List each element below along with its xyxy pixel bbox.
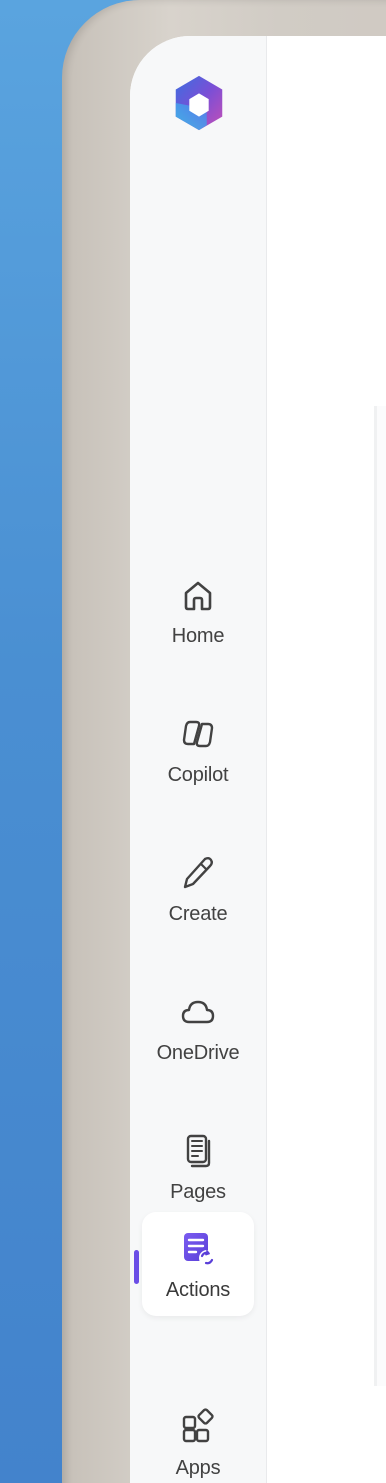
nav-item-label: Pages xyxy=(170,1180,226,1203)
nav-item-home[interactable]: Home xyxy=(142,558,254,662)
desktop-background: Home Copilot Create OneDrive Pages Actio… xyxy=(0,0,386,1483)
pen-icon xyxy=(183,856,213,888)
main-content xyxy=(267,36,386,1483)
cloud-icon xyxy=(181,1000,215,1023)
content-panel xyxy=(374,406,386,1386)
nav-item-label: Create xyxy=(168,902,228,925)
apps-icon xyxy=(182,1407,214,1442)
actions-icon xyxy=(184,1232,215,1266)
nav-item-onedrive[interactable]: OneDrive xyxy=(142,975,254,1079)
microsoft-365-logo-icon[interactable] xyxy=(168,72,230,134)
nav-item-label: Actions xyxy=(165,1278,231,1301)
nav-item-pages[interactable]: Pages xyxy=(142,1114,254,1218)
nav-item-copilot[interactable]: Copilot xyxy=(142,697,254,801)
nav-rail: Home Copilot Create OneDrive Pages Actio… xyxy=(130,36,267,1483)
nav-item-label: OneDrive xyxy=(156,1041,240,1064)
home-icon xyxy=(184,581,212,610)
active-indicator xyxy=(134,1250,139,1284)
nav-item-actions[interactable]: Actions xyxy=(142,1212,254,1316)
app-window: Home Copilot Create OneDrive Pages Actio… xyxy=(130,36,386,1483)
pages-icon xyxy=(186,1134,211,1167)
nav-item-label: Apps xyxy=(175,1456,221,1479)
copilot-icon xyxy=(182,720,214,747)
nav-item-label: Copilot xyxy=(167,763,229,786)
nav-item-apps[interactable]: Apps xyxy=(142,1390,254,1483)
nav-item-create[interactable]: Create xyxy=(142,836,254,940)
nav-item-label: Home xyxy=(171,624,225,647)
